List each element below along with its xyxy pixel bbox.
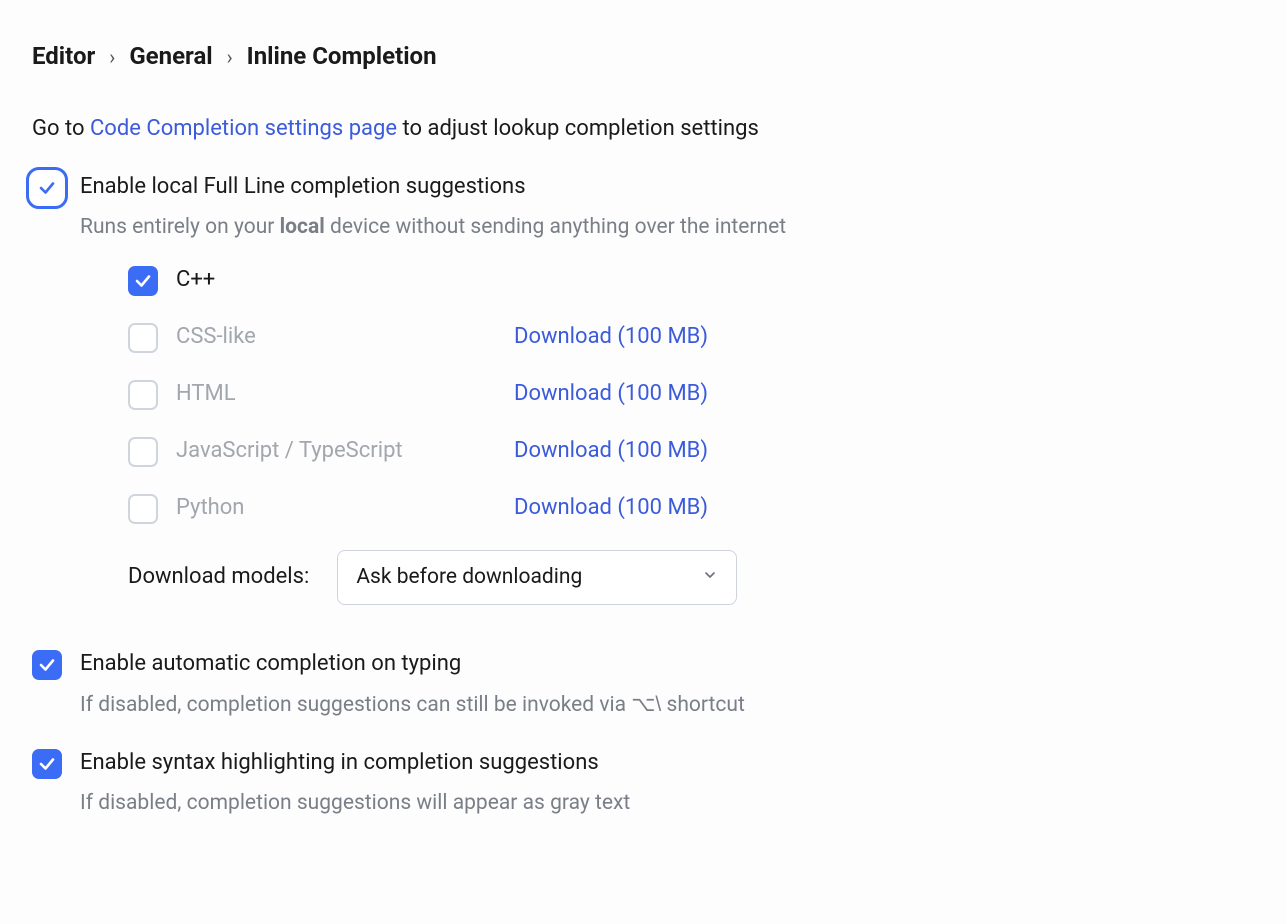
- enable-full-line-checkbox[interactable]: [32, 173, 62, 203]
- lang-checkbox-html[interactable]: [128, 380, 158, 410]
- download-link-html[interactable]: Download (100 MB): [514, 379, 708, 410]
- breadcrumb-inline-completion: Inline Completion: [247, 40, 437, 74]
- lang-label-css: CSS-like: [176, 322, 496, 353]
- enable-auto-completion-desc: If disabled, completion suggestions can …: [80, 690, 745, 720]
- lang-row-css: CSS-like Download (100 MB): [128, 322, 786, 353]
- download-models-label: Download models:: [128, 562, 309, 593]
- lang-checkbox-cpp[interactable]: [128, 266, 158, 296]
- chevron-right-icon: ›: [227, 43, 233, 71]
- enable-auto-completion-checkbox[interactable]: [32, 650, 62, 680]
- download-link-css[interactable]: Download (100 MB): [514, 322, 708, 353]
- code-completion-settings-link[interactable]: Code Completion settings page: [90, 116, 397, 141]
- lang-row-js: JavaScript / TypeScript Download (100 MB…: [128, 436, 786, 467]
- lang-checkbox-python[interactable]: [128, 494, 158, 524]
- intro-prefix: Go to: [32, 116, 90, 141]
- breadcrumb-general[interactable]: General: [129, 40, 212, 74]
- download-link-python[interactable]: Download (100 MB): [514, 493, 708, 524]
- enable-syntax-highlighting-checkbox[interactable]: [32, 749, 62, 779]
- lang-checkbox-css[interactable]: [128, 323, 158, 353]
- enable-auto-completion-label: Enable automatic completion on typing: [80, 649, 745, 680]
- download-models-value: Ask before downloading: [356, 563, 582, 592]
- lang-row-html: HTML Download (100 MB): [128, 379, 786, 410]
- enable-full-line-desc: Runs entirely on your local device witho…: [80, 213, 786, 242]
- breadcrumb: Editor › General › Inline Completion: [32, 40, 1254, 74]
- download-link-js[interactable]: Download (100 MB): [514, 436, 708, 467]
- intro-suffix: to adjust lookup completion settings: [397, 116, 759, 141]
- chevron-down-icon: [702, 563, 718, 592]
- enable-syntax-highlighting-desc: If disabled, completion suggestions will…: [80, 789, 630, 818]
- lang-label-js: JavaScript / TypeScript: [176, 436, 496, 467]
- breadcrumb-editor[interactable]: Editor: [32, 40, 95, 74]
- lang-checkbox-js[interactable]: [128, 437, 158, 467]
- chevron-right-icon: ›: [109, 43, 115, 71]
- lang-label-cpp: C++: [176, 265, 496, 296]
- lang-row-python: Python Download (100 MB): [128, 493, 786, 524]
- language-list: C++ CSS-like Download (100 MB) HTML Down…: [128, 265, 786, 605]
- lang-row-cpp: C++: [128, 265, 786, 296]
- lang-label-python: Python: [176, 493, 496, 524]
- intro-text: Go to Code Completion settings page to a…: [32, 114, 1254, 145]
- shortcut-glyph: ⌥\: [631, 693, 661, 716]
- enable-full-line-label: Enable local Full Line completion sugges…: [80, 172, 786, 203]
- lang-label-html: HTML: [176, 379, 496, 410]
- enable-syntax-highlighting-label: Enable syntax highlighting in completion…: [80, 748, 630, 779]
- download-models-select[interactable]: Ask before downloading: [337, 550, 737, 605]
